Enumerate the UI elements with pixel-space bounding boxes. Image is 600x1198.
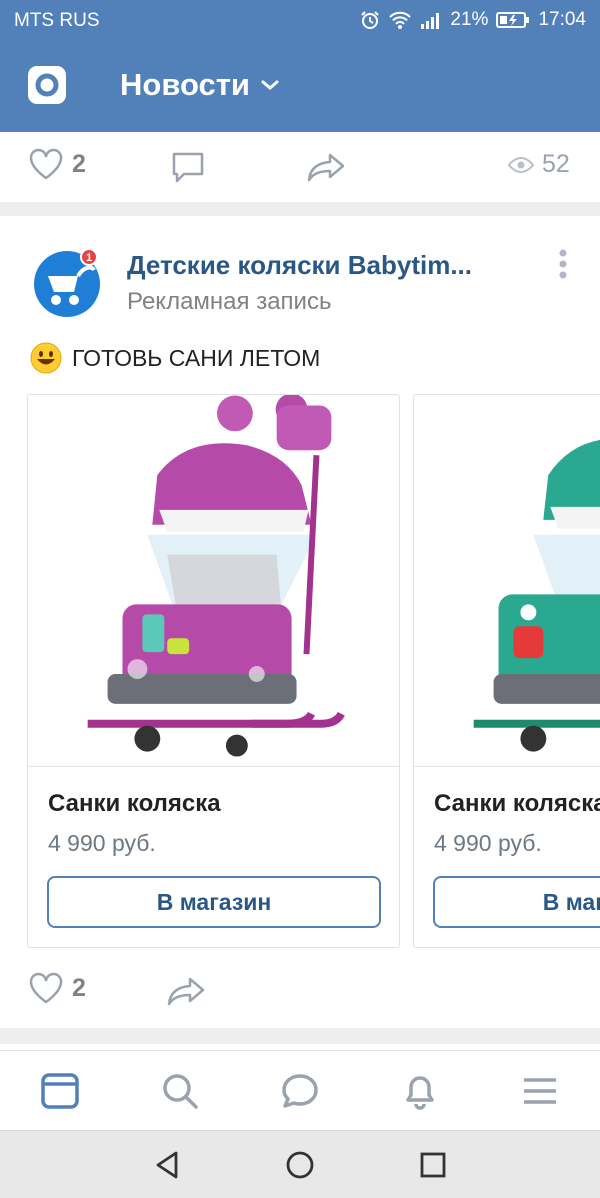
svg-text:1: 1 [86,252,92,264]
post-subtitle: Рекламная запись [127,288,332,315]
page-title: Новости [120,67,250,102]
like-button[interactable]: 2 [28,972,86,1004]
eye-icon [508,156,534,173]
bottom-tab-bar [0,1050,600,1130]
like-button[interactable]: 2 [28,148,86,180]
search-icon[interactable] [160,1071,200,1111]
views-counter: 52 [508,150,570,179]
views-count: 52 [542,150,570,178]
like-count: 2 [72,149,86,178]
more-options-icon[interactable] [550,246,576,282]
smile-emoji-icon [30,342,62,374]
like-count: 2 [72,973,86,1002]
post-author-link[interactable]: Детские коляски Babytim... [127,250,507,281]
carrier-label: MTS RUS [14,10,100,31]
alarm-icon [361,11,380,29]
recents-icon[interactable] [417,1149,449,1181]
previous-post: 2 52 [0,132,600,202]
heart-icon [29,972,63,1004]
comment-icon[interactable] [170,150,206,184]
app-header: Новости [0,40,600,132]
messages-icon[interactable] [280,1071,320,1111]
product-price: 4 990 руб. [434,830,542,856]
product-price: 4 990 руб. [48,830,156,856]
system-navigation-bar [0,1130,600,1198]
clock: 17:04 [538,9,586,30]
product-card[interactable]: Санки коляска 4 990 руб. В магазин [413,394,600,948]
camera-icon[interactable] [28,66,66,104]
stroller-avatar[interactable]: 1 [32,248,102,318]
product-image[interactable] [414,395,600,767]
wifi-icon [389,11,412,29]
post-text-content: ГОТОВЬ САНИ ЛЕТОМ [72,344,321,371]
status-bar: MTS RUS 21% 17:04 [0,0,600,40]
product-carousel[interactable]: Санки коляска 4 990 руб. В магазин Санки… [0,394,600,950]
share-icon[interactable] [306,152,346,182]
menu-icon[interactable] [520,1071,560,1111]
chevron-down-icon [261,80,279,90]
share-icon[interactable] [166,976,206,1006]
news-feed-selector[interactable]: Новости [120,67,280,103]
battery-percent: 21% [450,9,489,30]
heart-icon [29,148,63,180]
shop-button[interactable]: В магазин [47,876,381,928]
ad-post: 1 Детские коляски Babytim... Рекламная з… [0,216,600,1028]
product-card[interactable]: Санки коляска 4 990 руб. В магазин [27,394,400,948]
shop-button[interactable]: В магазин [433,876,600,928]
news-tab-icon[interactable] [40,1071,80,1111]
product-name[interactable]: Санки коляска [48,790,221,818]
signal-icon [421,13,440,29]
battery-icon [496,12,530,28]
post-text: ГОТОВЬ САНИ ЛЕТОМ [30,342,320,374]
home-icon[interactable] [284,1149,316,1181]
bell-icon[interactable] [400,1071,440,1111]
back-icon[interactable] [152,1149,184,1181]
product-image[interactable] [28,395,399,767]
product-name[interactable]: Санки коляска [434,790,600,818]
